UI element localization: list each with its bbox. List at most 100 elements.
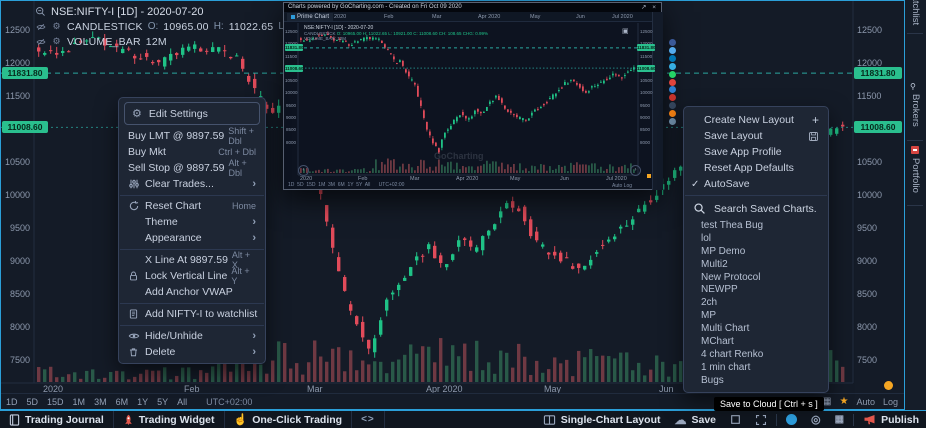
- price-tick: 11500: [857, 91, 881, 101]
- timeframe-5d[interactable]: 5D: [27, 397, 39, 407]
- context-menu-item[interactable]: Delete›: [119, 344, 265, 360]
- context-menu-item[interactable]: Appearance›: [119, 230, 265, 246]
- share-icon[interactable]: [669, 71, 676, 78]
- saved-chart-item[interactable]: 1 min chart: [684, 361, 828, 374]
- share-icon[interactable]: [669, 55, 676, 62]
- scroll-to-latest-bubble[interactable]: [884, 381, 893, 390]
- reset-icon: [128, 200, 140, 212]
- price-tick: 7500: [1, 355, 30, 365]
- gear-icon[interactable]: ⚙: [51, 21, 62, 32]
- bottombar-target[interactable]: ◎: [804, 411, 828, 428]
- timeframe-6m[interactable]: 6M: [116, 397, 129, 407]
- price-tick: 9000: [857, 256, 877, 266]
- watermark: GoCharting: [434, 151, 484, 161]
- gear-icon[interactable]: ⚙: [51, 36, 62, 47]
- bottombar-expand[interactable]: [748, 411, 774, 428]
- bottombar-one-click-trading[interactable]: ☝One-Click Trading: [225, 411, 353, 428]
- timeframe-1d[interactable]: 1D: [6, 397, 18, 407]
- chart-preview-window[interactable]: Charts powered by GoCharting.com - Creat…: [283, 2, 662, 190]
- high-value: 11022.65: [229, 21, 274, 33]
- context-menu-item[interactable]: Hide/Unhide›: [119, 328, 265, 344]
- pan-right-icon[interactable]: ›: [630, 165, 641, 176]
- context-menu-item[interactable]: Sell Stop @ 9897.59Alt + Dbl: [119, 160, 265, 176]
- popup-price-tick: 8500: [640, 127, 650, 132]
- saved-chart-item[interactable]: MP: [684, 309, 828, 322]
- timeframe-1m[interactable]: 1M: [73, 397, 86, 407]
- context-menu-item[interactable]: Reset ChartHome: [119, 198, 265, 214]
- layout-menu-item[interactable]: Save App Profile: [684, 144, 828, 160]
- bottombar-label: Single-Chart Layout: [561, 414, 661, 426]
- share-icon[interactable]: [669, 39, 676, 46]
- cloud-icon: ☁: [674, 413, 686, 427]
- saved-chart-item[interactable]: lol: [684, 232, 828, 245]
- menu-item-label: Create New Layout: [704, 114, 812, 126]
- context-menu-item[interactable]: Add NIFTY-I to watchlist: [119, 306, 265, 322]
- auto-scale-toggle[interactable]: Auto: [856, 397, 875, 407]
- share-icon[interactable]: [669, 79, 676, 86]
- popup-price-tick: 10500: [285, 78, 296, 83]
- log-scale-toggle[interactable]: Log: [883, 397, 898, 407]
- timeframe-15d[interactable]: 15D: [47, 397, 64, 407]
- bottombar-grid[interactable]: ▦: [828, 411, 851, 428]
- magnifier-minus-icon[interactable]: [35, 6, 46, 17]
- saved-chart-item[interactable]: New Protocol: [684, 271, 828, 284]
- favorite-star-icon[interactable]: ★: [839, 396, 848, 407]
- layout-menu-item[interactable]: Create New Layout+: [684, 112, 828, 128]
- context-menu-item[interactable]: Clear Trades...›: [119, 176, 265, 192]
- search-saved-charts[interactable]: Search Saved Charts.: [684, 198, 828, 219]
- context-menu-item[interactable]: Add Anchor VWAP: [119, 284, 265, 300]
- menu-separator: [685, 195, 827, 196]
- context-menu-item[interactable]: Buy LMT @ 9897.59Shift + Dbl: [119, 128, 265, 144]
- share-icon[interactable]: [669, 63, 676, 70]
- saved-chart-item[interactable]: 4 chart Renko: [684, 348, 828, 361]
- saved-chart-item[interactable]: NEWPP: [684, 283, 828, 296]
- saved-chart-item[interactable]: Multi2: [684, 258, 828, 271]
- bottombar-trading-widget[interactable]: Trading Widget: [114, 411, 225, 428]
- pan-left-icon[interactable]: ‹: [298, 165, 309, 176]
- layout-menu-item[interactable]: Reset App Defaults: [684, 160, 828, 176]
- saved-chart-item[interactable]: MChart: [684, 335, 828, 348]
- saved-chart-item[interactable]: test Thea Bug: [684, 219, 828, 232]
- bottombar-publish[interactable]: Publish: [856, 411, 926, 428]
- timeframe-all[interactable]: All: [177, 397, 187, 407]
- context-menu-item[interactable]: ⚙Edit Settings: [124, 102, 260, 125]
- menu-item-label: Add Anchor VWAP: [145, 286, 256, 298]
- code-icon: <>: [361, 414, 375, 425]
- timezone-label[interactable]: UTC+02:00: [206, 397, 252, 407]
- copy-icon[interactable]: ▣: [622, 27, 629, 35]
- bottom-app-bar: Trading JournalTrading Widget☝One-Click …: [0, 410, 926, 428]
- bottombar-save[interactable]: ☁Save: [667, 411, 723, 428]
- popup-time-tick: May: [530, 14, 540, 20]
- eye-off-icon[interactable]: [35, 36, 46, 47]
- timeframe-1y[interactable]: 1Y: [137, 397, 148, 407]
- popup-price-tick: 12500: [640, 29, 653, 34]
- menu-item-label: Save App Profile: [704, 146, 819, 158]
- context-menu-item[interactable]: Lock Vertical LineAlt + Y: [119, 268, 265, 284]
- timeframe-3m[interactable]: 3M: [94, 397, 107, 407]
- timeframe-5y[interactable]: 5Y: [157, 397, 168, 407]
- tab-watchlist[interactable]: Watchlist: [910, 0, 921, 25]
- dot-blue-icon: [786, 414, 797, 425]
- share-icon[interactable]: [669, 47, 676, 54]
- bottombar-trading-journal[interactable]: Trading Journal: [0, 411, 114, 428]
- bottombar-single-chart-layout[interactable]: Single-Chart Layout: [536, 411, 668, 428]
- share-icon[interactable]: [669, 118, 676, 125]
- tab-portfolio[interactable]: Portfolio: [910, 158, 921, 193]
- saved-chart-item[interactable]: MP Demo: [684, 245, 828, 258]
- saved-chart-item[interactable]: 2ch: [684, 296, 828, 309]
- saved-chart-item[interactable]: Bugs: [684, 374, 828, 387]
- bottombar-square[interactable]: [723, 411, 748, 428]
- submenu-arrow-icon: ›: [252, 216, 256, 228]
- layout-menu-item[interactable]: ✓AutoSave: [684, 176, 828, 192]
- bottombar-dot-blue[interactable]: [779, 411, 804, 428]
- layout-menu-item[interactable]: Save Layout: [684, 128, 828, 144]
- saved-chart-item[interactable]: Multi Chart: [684, 322, 828, 335]
- eye-off-icon[interactable]: [35, 21, 46, 32]
- bottombar-code[interactable]: <>: [352, 411, 385, 428]
- plus-icon: +: [812, 113, 819, 127]
- grid-icon: ▦: [835, 414, 844, 425]
- context-menu-item[interactable]: Theme›: [119, 214, 265, 230]
- popup-price-tick: 9000: [640, 115, 650, 120]
- tab-brokers[interactable]: Brokers: [910, 94, 921, 127]
- series-name: CANDLESTICK: [67, 21, 143, 33]
